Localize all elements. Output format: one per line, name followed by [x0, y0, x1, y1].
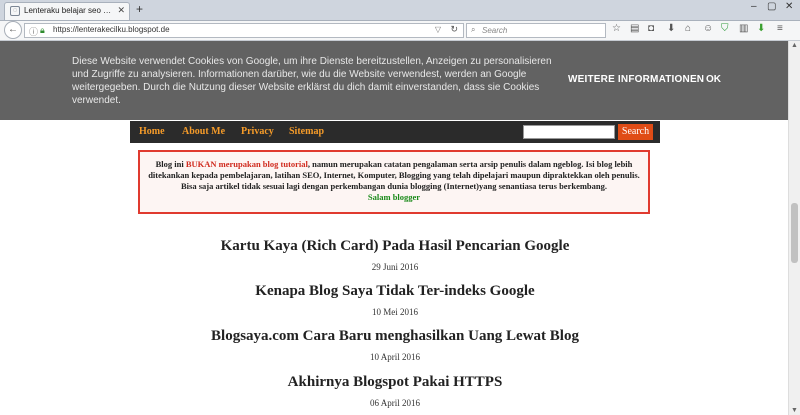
home-icon[interactable]: ⌂	[685, 23, 691, 34]
reload-icon[interactable]: ↻	[450, 24, 458, 35]
post-title[interactable]: Blogsaya.com Cara Baru menghasilkan Uang…	[130, 328, 660, 345]
new-tab-icon[interactable]: +	[136, 2, 143, 16]
extension-icon[interactable]: ▥	[739, 23, 748, 34]
cookie-text: Diese Website verwendet Cookies von Goog…	[72, 56, 552, 106]
info-icon[interactable]: ⓘ	[29, 25, 38, 38]
download-helper-icon[interactable]: ⬇	[757, 23, 765, 34]
post-date: 29 Juni 2016	[371, 262, 419, 272]
back-button[interactable]: ←	[4, 21, 22, 39]
nav-about-link[interactable]: About Me	[182, 126, 225, 137]
menu-icon[interactable]: ≡	[777, 23, 783, 34]
notice-signoff: Salam blogger	[367, 192, 421, 202]
favicon-icon: ◌	[10, 6, 20, 16]
search-bar[interactable]: ⌕ Search	[466, 23, 606, 38]
ok-button[interactable]: OK	[706, 74, 721, 85]
nav-privacy-link[interactable]: Privacy	[241, 126, 274, 137]
nav-home-link[interactable]: Home	[139, 126, 165, 137]
post-item: Kenapa Blog Saya Tidak Ter-indeks Google…	[130, 283, 660, 317]
tab-title: Lenteraku belajar seo dan i...	[24, 6, 114, 15]
address-bar[interactable]: ⓘ 🔒︎ https://lenterakecilku.blogspot.de …	[24, 23, 464, 38]
url-text[interactable]: https://lenterakecilku.blogspot.de	[53, 25, 170, 34]
blog-notice: Blog ini BUKAN merupakan blog tutorial, …	[138, 150, 650, 214]
close-window-icon[interactable]: ✕	[785, 1, 793, 12]
emoji-icon[interactable]: ☺	[703, 23, 713, 34]
close-tab-icon[interactable]: ✕	[117, 5, 125, 16]
notice-highlight: BUKAN merupakan blog tutorial	[185, 159, 308, 169]
post-item: Blogsaya.com Cara Baru menghasilkan Uang…	[130, 328, 660, 362]
browser-tab[interactable]: ◌ Lenteraku belajar seo dan i... ✕	[4, 2, 130, 20]
post-date: 06 April 2016	[369, 398, 420, 408]
search-placeholder: Search	[482, 26, 508, 35]
tab-bar: ◌ Lenteraku belajar seo dan i... ✕ + – ▢…	[0, 0, 800, 21]
maximize-icon[interactable]: ▢	[767, 1, 776, 12]
lock-icon[interactable]: 🔒︎	[40, 25, 45, 36]
page-scrollbar[interactable]: ▲ ▼	[788, 41, 800, 415]
blog-search-button[interactable]: Search	[618, 124, 653, 140]
reading-list-icon[interactable]: ▤	[630, 23, 639, 34]
bookmark-star-icon[interactable]: ☆	[612, 23, 621, 34]
post-date: 10 April 2016	[369, 352, 420, 362]
post-date: 10 Mei 2016	[372, 307, 418, 317]
download-icon[interactable]: ⬇	[667, 23, 675, 34]
cookie-banner: Diese Website verwendet Cookies von Goog…	[0, 41, 788, 120]
scroll-thumb[interactable]	[791, 203, 798, 263]
blog-navigation: Home About Me Privacy Sitemap Search	[130, 121, 660, 143]
search-icon: ⌕	[471, 25, 476, 34]
url-dropdown-icon[interactable]: ▽	[435, 25, 441, 34]
navigation-toolbar: ← ⓘ 🔒︎ https://lenterakecilku.blogspot.d…	[0, 21, 800, 41]
page-content: Diese Website verwendet Cookies von Goog…	[0, 41, 788, 415]
scroll-down-icon[interactable]: ▼	[791, 407, 798, 414]
post-title[interactable]: Kartu Kaya (Rich Card) Pada Hasil Pencar…	[130, 238, 660, 255]
pocket-icon[interactable]: ◘	[648, 23, 654, 34]
post-title[interactable]: Kenapa Blog Saya Tidak Ter-indeks Google	[130, 283, 660, 300]
shield-icon[interactable]: ⛉	[721, 23, 729, 34]
scroll-up-icon[interactable]: ▲	[791, 42, 798, 49]
notice-prefix: Blog ini	[155, 159, 186, 169]
blog-search-input[interactable]	[523, 125, 615, 139]
more-info-link[interactable]: WEITERE INFORMATIONEN	[568, 74, 704, 85]
post-item: Kartu Kaya (Rich Card) Pada Hasil Pencar…	[130, 238, 660, 272]
post-title[interactable]: Akhirnya Blogspot Pakai HTTPS	[130, 374, 660, 391]
nav-sitemap-link[interactable]: Sitemap	[289, 126, 324, 137]
minimize-icon[interactable]: –	[751, 1, 757, 12]
post-item: Akhirnya Blogspot Pakai HTTPS 06 April 2…	[130, 374, 660, 408]
